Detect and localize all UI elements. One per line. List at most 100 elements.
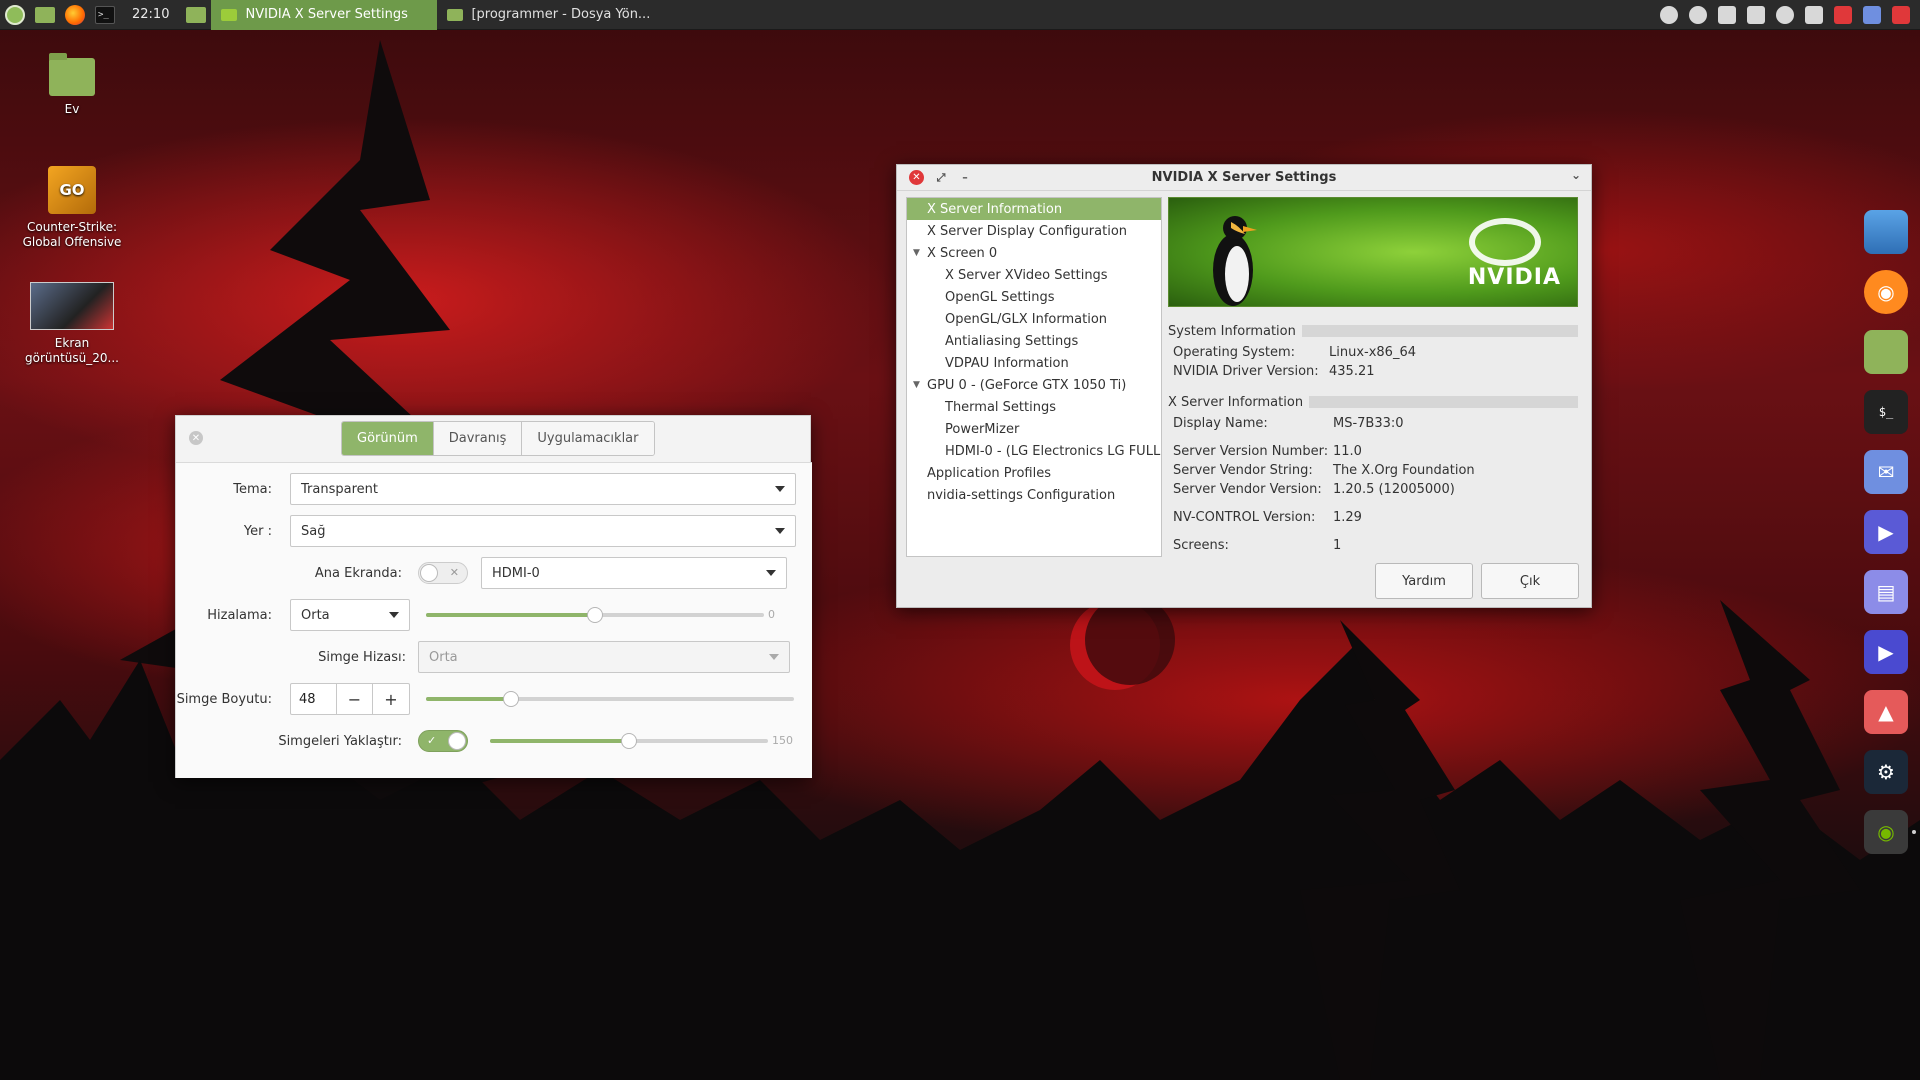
dock-item-desktop[interactable]: [1864, 210, 1908, 254]
expander-arrow-icon[interactable]: ▼: [913, 248, 923, 258]
yer-label: Yer :: [243, 523, 272, 539]
yer-select[interactable]: Sağ: [290, 515, 796, 547]
decrement-button[interactable]: −: [337, 684, 373, 714]
volume-icon[interactable]: [1805, 5, 1823, 24]
hizalama-select[interactable]: Orta: [290, 599, 410, 631]
yaklastir-slider[interactable]: [490, 733, 768, 749]
tree-item[interactable]: OpenGL Settings: [907, 286, 1161, 308]
tree-item[interactable]: X Server Information: [907, 198, 1161, 220]
taskbar-item-nvidia[interactable]: NVIDIA X Server Settings: [211, 0, 438, 30]
window-title: NVIDIA X Server Settings: [1151, 170, 1337, 185]
window-icon[interactable]: [1747, 5, 1765, 24]
simge-boyutu-slider[interactable]: [426, 691, 794, 707]
ana-ekranda-toggle[interactable]: ✕: [418, 562, 468, 584]
document-icon: ▤: [1876, 580, 1896, 604]
close-icon[interactable]: ✕: [909, 170, 924, 185]
tree-item-label: X Server Display Configuration: [927, 223, 1128, 239]
tree-item[interactable]: ▼ X Screen 0: [907, 242, 1161, 264]
dock-item-firefox[interactable]: ◉: [1864, 270, 1908, 314]
slider-handle[interactable]: [502, 691, 519, 707]
update-icon[interactable]: [1863, 5, 1881, 24]
dock-item-mail[interactable]: ✉: [1864, 450, 1908, 494]
dock-item-terminal[interactable]: $_: [1864, 390, 1908, 434]
launcher-terminal[interactable]: >_: [90, 0, 120, 30]
ana-ekranda-select[interactable]: HDMI-0: [481, 557, 787, 589]
minimize-icon[interactable]: –: [958, 171, 972, 184]
tree-item[interactable]: HDMI-0 - (LG Electronics LG FULL HD: [907, 440, 1161, 462]
nvidia-settings-window: ✕ ⤢ – NVIDIA X Server Settings ⌄ X Serve…: [896, 164, 1592, 608]
notifications-icon[interactable]: [1689, 5, 1707, 24]
slider-handle[interactable]: [621, 733, 637, 749]
folder-icon: [35, 6, 55, 23]
dock-item-media-player[interactable]: ▶: [1864, 510, 1908, 554]
desktop-icon-screenshot[interactable]: Ekran görüntüsü_20...: [17, 282, 127, 366]
tree-item[interactable]: Thermal Settings: [907, 396, 1161, 418]
expander-arrow-icon[interactable]: ▼: [913, 380, 923, 390]
help-button[interactable]: Yardım: [1375, 563, 1473, 599]
tree-item[interactable]: Application Profiles: [907, 462, 1161, 484]
tree-item-label: HDMI-0 - (LG Electronics LG FULL HD: [945, 443, 1162, 459]
dock-item-nvidia[interactable]: ◉: [1864, 810, 1916, 854]
dropdown-arrow-icon: [766, 570, 776, 576]
dock-item-video-player[interactable]: ▶: [1864, 630, 1908, 674]
dock-item-steam[interactable]: ⚙: [1864, 750, 1908, 794]
tree-item-label: X Server XVideo Settings: [945, 267, 1108, 283]
dock-item-image-viewer[interactable]: ▲: [1864, 690, 1908, 734]
tab-gorunum[interactable]: Görünüm: [342, 422, 434, 455]
tree-item[interactable]: X Server XVideo Settings: [907, 264, 1161, 286]
tree-item[interactable]: ▼ GPU 0 - (GeForce GTX 1050 Ti): [907, 374, 1161, 396]
desktop-icon-csgo[interactable]: GO Counter-Strike: Global Offensive: [17, 166, 127, 250]
power-icon[interactable]: [1776, 5, 1794, 24]
dropdown-arrow-icon: [389, 612, 399, 618]
dock-item-text-editor[interactable]: ▤: [1864, 570, 1908, 614]
tree-item[interactable]: Antialiasing Settings: [907, 330, 1161, 352]
tab-davranis[interactable]: Davranış: [433, 422, 523, 455]
increment-button[interactable]: +: [373, 684, 409, 714]
folder-icon: [186, 6, 207, 23]
info-row-nv-control: NV-CONTROL Version: 1.29: [1173, 510, 1362, 525]
steam-tray-icon[interactable]: [1660, 5, 1678, 24]
restore-icon[interactable]: ⤢: [934, 171, 948, 185]
close-icon[interactable]: ✕: [189, 431, 203, 445]
taskbar-item-file-manager[interactable]: [programmer - Dosya Yön...: [437, 0, 660, 30]
simge-hizasi-label: Simge Hizası:: [318, 649, 406, 665]
ana-ekranda-label: Ana Ekranda:: [314, 565, 402, 581]
launcher-folder[interactable]: [181, 0, 211, 30]
tree-item[interactable]: VDPAU Information: [907, 352, 1161, 374]
title-bar[interactable]: ✕ ⤢ – NVIDIA X Server Settings ⌄: [897, 165, 1591, 191]
launcher-firefox[interactable]: [60, 0, 90, 30]
tab-uygulamaciklar[interactable]: Uygulamacıklar: [522, 422, 654, 455]
gift-icon[interactable]: [1892, 5, 1910, 24]
yaklastir-toggle[interactable]: ✓: [418, 730, 468, 752]
dock-item-files[interactable]: [1864, 330, 1908, 374]
tree-item[interactable]: PowerMizer: [907, 418, 1161, 440]
tree-item-label: PowerMizer: [945, 421, 1020, 437]
desktop-icon-home[interactable]: Ev: [17, 53, 127, 117]
hizalama-slider[interactable]: [426, 607, 764, 623]
screenshot-thumbnail-icon: [30, 282, 114, 330]
simge-hizasi-select[interactable]: Orta: [418, 641, 790, 673]
launcher-files[interactable]: [30, 0, 60, 30]
tree-item-label: Thermal Settings: [945, 399, 1056, 415]
tema-select[interactable]: Transparent: [290, 473, 796, 505]
section-divider: [1301, 325, 1578, 337]
slider-handle[interactable]: [587, 607, 603, 623]
menu-button[interactable]: [0, 0, 30, 30]
quit-button[interactable]: Çık: [1481, 563, 1579, 599]
play-icon: ▶: [1878, 520, 1894, 544]
steam-icon: ⚙: [1877, 760, 1895, 784]
slider-fill: [490, 739, 629, 743]
info-value: 435.21: [1329, 364, 1375, 379]
clock[interactable]: 22:10: [120, 7, 181, 22]
simge-boyutu-input[interactable]: 48: [291, 684, 337, 714]
window-menu-icon[interactable]: ⌄: [1571, 168, 1581, 182]
toggle-knob: [448, 732, 466, 750]
app-tray-icon[interactable]: [1834, 5, 1852, 24]
info-key: Display Name:: [1173, 416, 1268, 431]
folder-icon: [447, 8, 464, 21]
shield-icon[interactable]: [1718, 5, 1736, 24]
row-yer: Yer : Sağ: [176, 515, 812, 547]
tree-item[interactable]: nvidia-settings Configuration: [907, 484, 1161, 506]
tree-item[interactable]: X Server Display Configuration: [907, 220, 1161, 242]
tree-item[interactable]: OpenGL/GLX Information: [907, 308, 1161, 330]
